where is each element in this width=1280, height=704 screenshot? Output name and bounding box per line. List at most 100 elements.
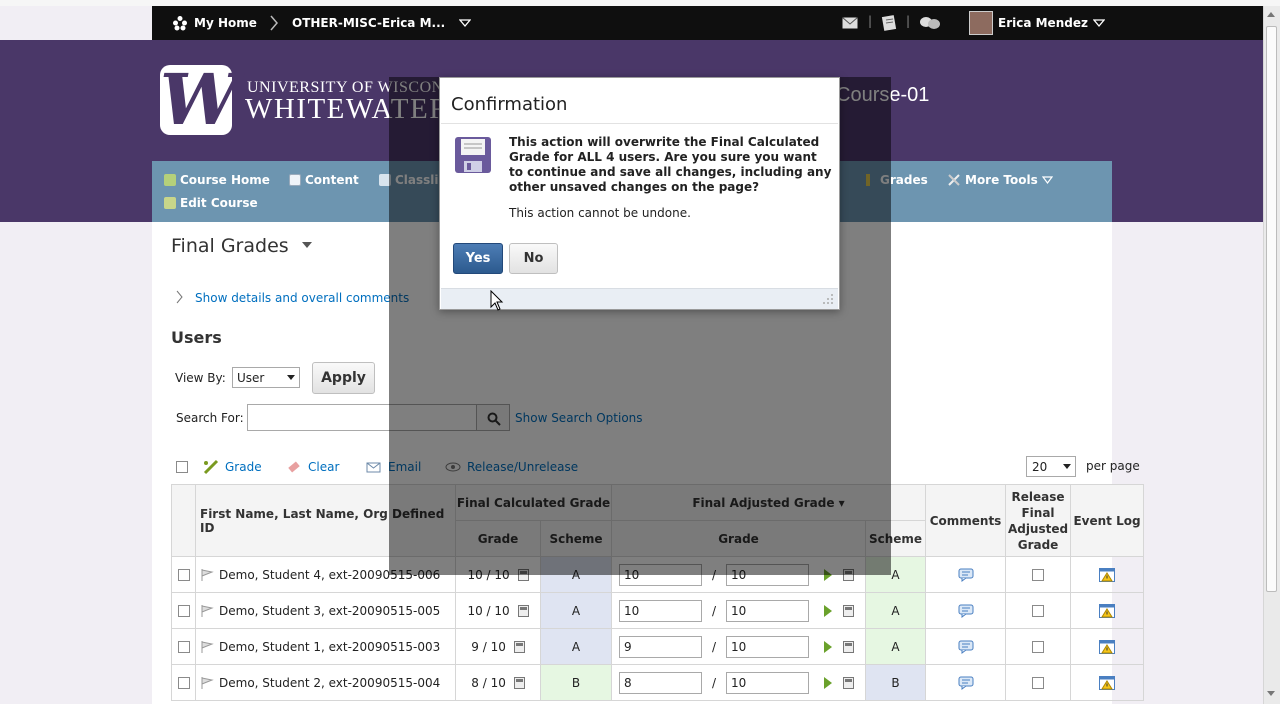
comment-bubble-icon[interactable] bbox=[958, 676, 974, 690]
per-page-select[interactable]: 20 bbox=[1026, 456, 1076, 477]
title-menu-chevron-icon[interactable] bbox=[301, 241, 313, 249]
calculator-icon[interactable] bbox=[513, 676, 525, 689]
nav-label: Edit Course bbox=[180, 196, 258, 210]
name-cell: Demo, Student 1, ext-20090515-003 bbox=[195, 628, 456, 665]
row-checkbox[interactable] bbox=[177, 641, 190, 653]
nav-content[interactable]: Content bbox=[289, 173, 359, 187]
calculator-icon[interactable] bbox=[517, 604, 529, 617]
calc-scheme-cell: A bbox=[540, 628, 612, 665]
release-cell bbox=[1005, 664, 1072, 701]
calc-scheme-value: A bbox=[571, 603, 581, 618]
comments-cell bbox=[925, 664, 1007, 701]
nav-more-tools[interactable]: More Tools bbox=[947, 173, 1053, 187]
event-log-warning-icon[interactable] bbox=[1099, 603, 1116, 619]
adj-grade-cell: 10 / 10 bbox=[611, 592, 866, 629]
select-all-checkbox[interactable] bbox=[176, 461, 188, 473]
adj-scheme-cell: A bbox=[864, 592, 927, 629]
comment-bubble-icon[interactable] bbox=[958, 640, 974, 654]
row-checkbox[interactable] bbox=[177, 569, 190, 581]
avatar[interactable] bbox=[969, 11, 993, 35]
my-home-link[interactable]: My Home bbox=[172, 6, 257, 40]
event-log-warning-icon[interactable] bbox=[1099, 567, 1116, 583]
adjusted-denominator-input[interactable]: 10 bbox=[726, 599, 810, 622]
view-by-select[interactable]: User bbox=[232, 367, 300, 388]
arrow-right-icon[interactable] bbox=[823, 640, 833, 654]
row-select-cell bbox=[171, 556, 196, 593]
user-menu[interactable]: Erica Mendez bbox=[998, 6, 1105, 40]
flag-icon[interactable] bbox=[200, 568, 214, 582]
release-cell bbox=[1005, 592, 1072, 629]
row-checkbox[interactable] bbox=[177, 677, 190, 689]
calculator-icon[interactable] bbox=[843, 640, 855, 653]
release-checkbox[interactable] bbox=[1032, 641, 1045, 653]
flag-icon[interactable] bbox=[200, 640, 214, 654]
calc-grade-value: 10 / 10 bbox=[467, 603, 510, 618]
adjusted-denominator-input[interactable]: 10 bbox=[726, 635, 810, 658]
dialog-note: This action cannot be undone. bbox=[509, 206, 691, 220]
adjusted-numerator-input[interactable]: 8 bbox=[619, 671, 702, 694]
dialog-title: Confirmation bbox=[451, 94, 568, 115]
show-details-link[interactable]: Show details and overall comments bbox=[195, 291, 409, 305]
slash: / bbox=[712, 675, 717, 690]
slash: / bbox=[712, 639, 717, 654]
yes-button[interactable]: Yes bbox=[453, 243, 503, 274]
apply-button[interactable]: Apply bbox=[312, 362, 375, 394]
adjusted-numerator-input[interactable]: 9 bbox=[619, 635, 702, 658]
nav-edit-course[interactable]: Edit Course bbox=[164, 196, 258, 210]
chevron-down-icon bbox=[1041, 175, 1053, 184]
arrow-right-icon[interactable] bbox=[823, 604, 833, 618]
release-checkbox[interactable] bbox=[1032, 569, 1045, 581]
adjusted-denominator-value: 10 bbox=[731, 639, 747, 654]
adjusted-numerator-input[interactable]: 10 bbox=[619, 599, 702, 622]
scroll-down-arrow-icon[interactable] bbox=[1266, 690, 1276, 698]
student-name: Demo, Student 1, ext-20090515-003 bbox=[219, 639, 441, 654]
event-log-warning-icon[interactable] bbox=[1099, 675, 1116, 691]
row-checkbox[interactable] bbox=[177, 605, 190, 617]
row-select-cell bbox=[171, 628, 196, 665]
university-logo[interactable]: W bbox=[160, 65, 239, 135]
calculator-icon[interactable] bbox=[843, 676, 855, 689]
course-selector[interactable]: OTHER-MISC-Erica M... bbox=[292, 6, 472, 40]
no-button[interactable]: No bbox=[509, 243, 558, 274]
user-name: Erica Mendez bbox=[998, 16, 1088, 30]
nav-course-home[interactable]: Course Home bbox=[164, 173, 270, 187]
calc-grade-cell: 8 / 10 bbox=[455, 664, 541, 701]
row-select-cell bbox=[171, 664, 196, 701]
nav-label: Content bbox=[305, 173, 359, 187]
comment-bubble-icon[interactable] bbox=[958, 568, 974, 582]
comment-bubble-icon[interactable] bbox=[958, 604, 974, 618]
slash: / bbox=[712, 603, 717, 618]
flag-icon[interactable] bbox=[200, 676, 214, 690]
calc-scheme-cell: A bbox=[540, 592, 612, 629]
scrollbar-thumb[interactable] bbox=[1266, 26, 1277, 592]
scroll-up-arrow-icon[interactable] bbox=[1266, 10, 1276, 18]
chevron-right-icon bbox=[270, 15, 278, 31]
flag-icon[interactable] bbox=[200, 604, 214, 618]
release-checkbox[interactable] bbox=[1032, 677, 1045, 689]
release-checkbox[interactable] bbox=[1032, 605, 1045, 617]
header-event-log: Event Log bbox=[1070, 484, 1145, 557]
adj-scheme-value: A bbox=[891, 603, 900, 618]
confirmation-dialog: Confirmation This action will overwrite … bbox=[439, 77, 840, 310]
chat-icon[interactable] bbox=[919, 16, 941, 30]
grade-action[interactable]: Grade bbox=[203, 459, 262, 475]
eraser-icon bbox=[288, 461, 300, 473]
calculator-icon[interactable] bbox=[513, 640, 525, 653]
clear-action[interactable]: Clear bbox=[286, 459, 339, 475]
grade-action-label: Grade bbox=[225, 460, 262, 474]
student-name: Demo, Student 2, ext-20090515-004 bbox=[219, 675, 441, 690]
adjusted-numerator-value: 9 bbox=[624, 639, 632, 654]
adjusted-denominator-input[interactable]: 10 bbox=[726, 671, 810, 694]
updates-icon[interactable] bbox=[881, 15, 897, 31]
event-log-cell bbox=[1070, 664, 1145, 701]
mail-icon[interactable] bbox=[842, 17, 858, 29]
chevron-right-icon bbox=[176, 290, 183, 304]
per-page-value: 20 bbox=[1032, 460, 1048, 474]
org-flower-icon bbox=[173, 16, 187, 31]
calculator-icon[interactable] bbox=[843, 604, 855, 617]
course-home-icon bbox=[164, 174, 176, 186]
nav-label: Course Home bbox=[180, 173, 270, 187]
event-log-warning-icon[interactable] bbox=[1099, 639, 1116, 655]
resize-grip-icon[interactable] bbox=[822, 293, 834, 305]
arrow-right-icon[interactable] bbox=[823, 676, 833, 690]
